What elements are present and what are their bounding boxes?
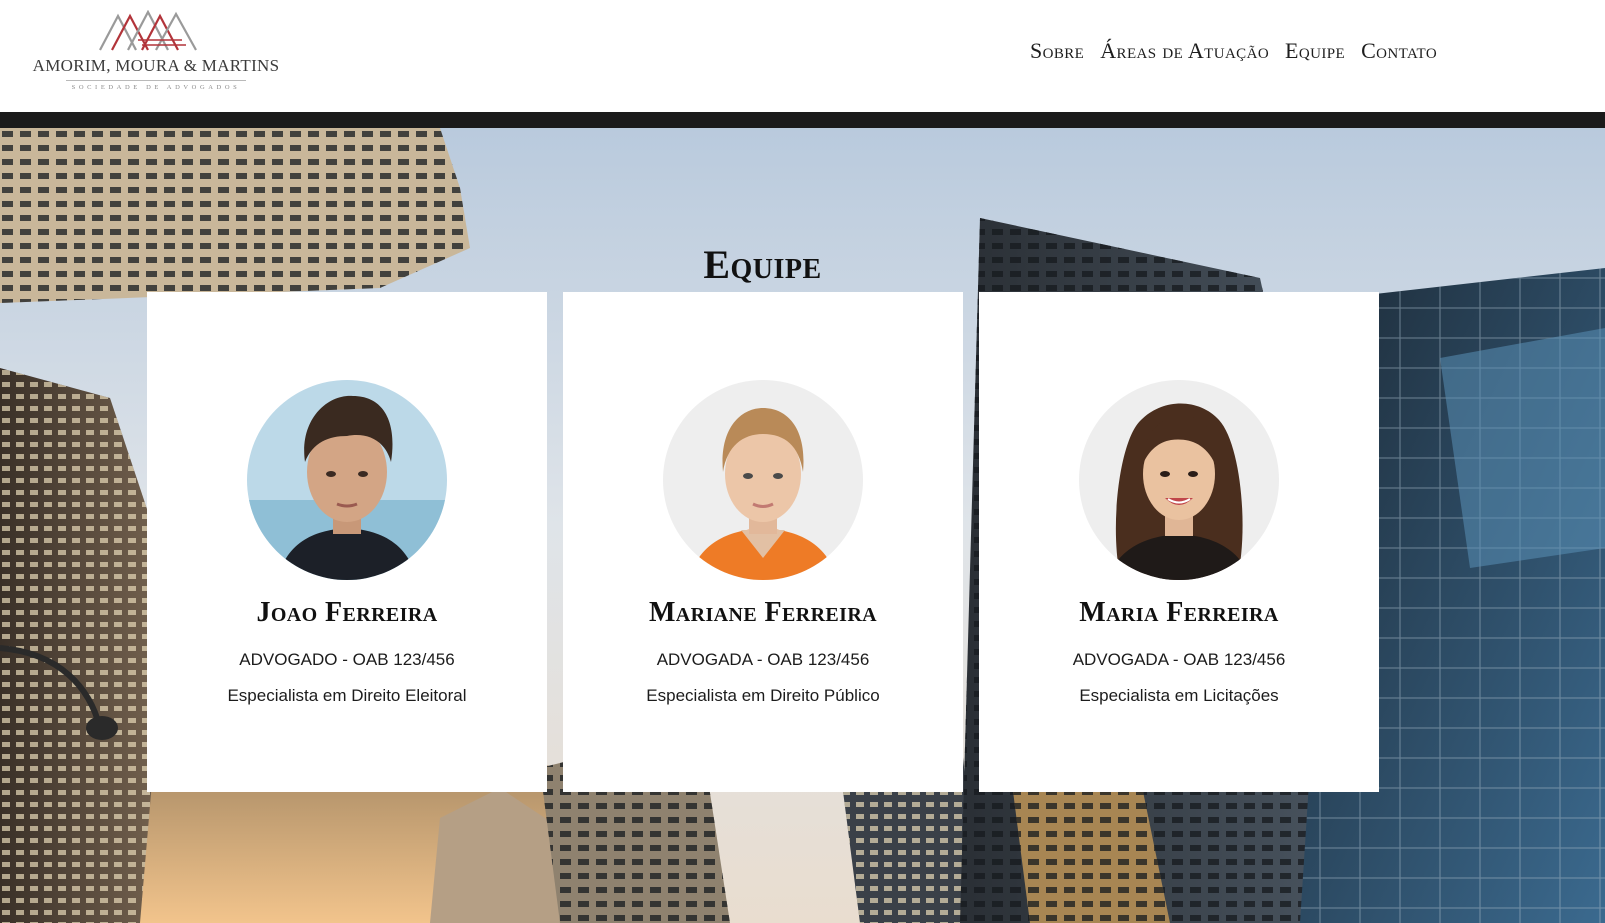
team-card: Maria Ferreira ADVOGADA - OAB 123/456 Es… bbox=[979, 292, 1379, 792]
nav-link-sobre[interactable]: Sobre bbox=[1030, 38, 1084, 64]
portrait-man-icon bbox=[247, 380, 447, 580]
logo-mountains-icon bbox=[99, 10, 197, 51]
member-role: ADVOGADA - OAB 123/456 bbox=[656, 650, 870, 669]
portrait-woman-blonde-icon bbox=[663, 380, 863, 580]
brand-logo[interactable]: AMORIM, MOURA & MARTINS SOCIEDADE DE ADV… bbox=[26, 10, 286, 92]
member-specialty: Especialista em Licitações bbox=[1079, 686, 1279, 705]
member-name: Maria Ferreira bbox=[1079, 597, 1279, 628]
member-specialty: Especialista em Direito Eleitoral bbox=[227, 686, 467, 705]
main-nav: Sobre Áreas de Atuação Equipe Contato bbox=[1030, 38, 1437, 64]
team-card: Mariane Ferreira ADVOGADA - OAB 123/456 … bbox=[563, 292, 963, 792]
member-role: ADVOGADO - OAB 123/456 bbox=[239, 650, 455, 669]
team-section: Equipe Joao Ferreira ADVOGADO - OAB 123/… bbox=[0, 128, 1605, 923]
member-specialty: Especialista em Direito Público bbox=[646, 686, 880, 705]
member-role: ADVOGADA - OAB 123/456 bbox=[1072, 650, 1286, 669]
header-divider-bar bbox=[0, 112, 1605, 128]
nav-link-equipe[interactable]: Equipe bbox=[1285, 38, 1345, 64]
member-name: Joao Ferreira bbox=[256, 597, 438, 628]
team-card: Joao Ferreira ADVOGADO - OAB 123/456 Esp… bbox=[147, 292, 547, 792]
section-title: Equipe bbox=[703, 242, 822, 288]
brand-tagline: SOCIEDADE DE ADVOGADOS bbox=[71, 84, 241, 91]
logo-rule bbox=[66, 80, 246, 81]
portrait-woman-brunette-icon bbox=[1079, 380, 1279, 580]
nav-link-areas-de-atuacao[interactable]: Áreas de Atuação bbox=[1100, 38, 1269, 64]
site-header: AMORIM, MOURA & MARTINS SOCIEDADE DE ADV… bbox=[0, 0, 1605, 112]
nav-link-contato[interactable]: Contato bbox=[1361, 38, 1437, 64]
brand-name: AMORIM, MOURA & MARTINS bbox=[32, 56, 280, 75]
member-name: Mariane Ferreira bbox=[648, 597, 878, 628]
